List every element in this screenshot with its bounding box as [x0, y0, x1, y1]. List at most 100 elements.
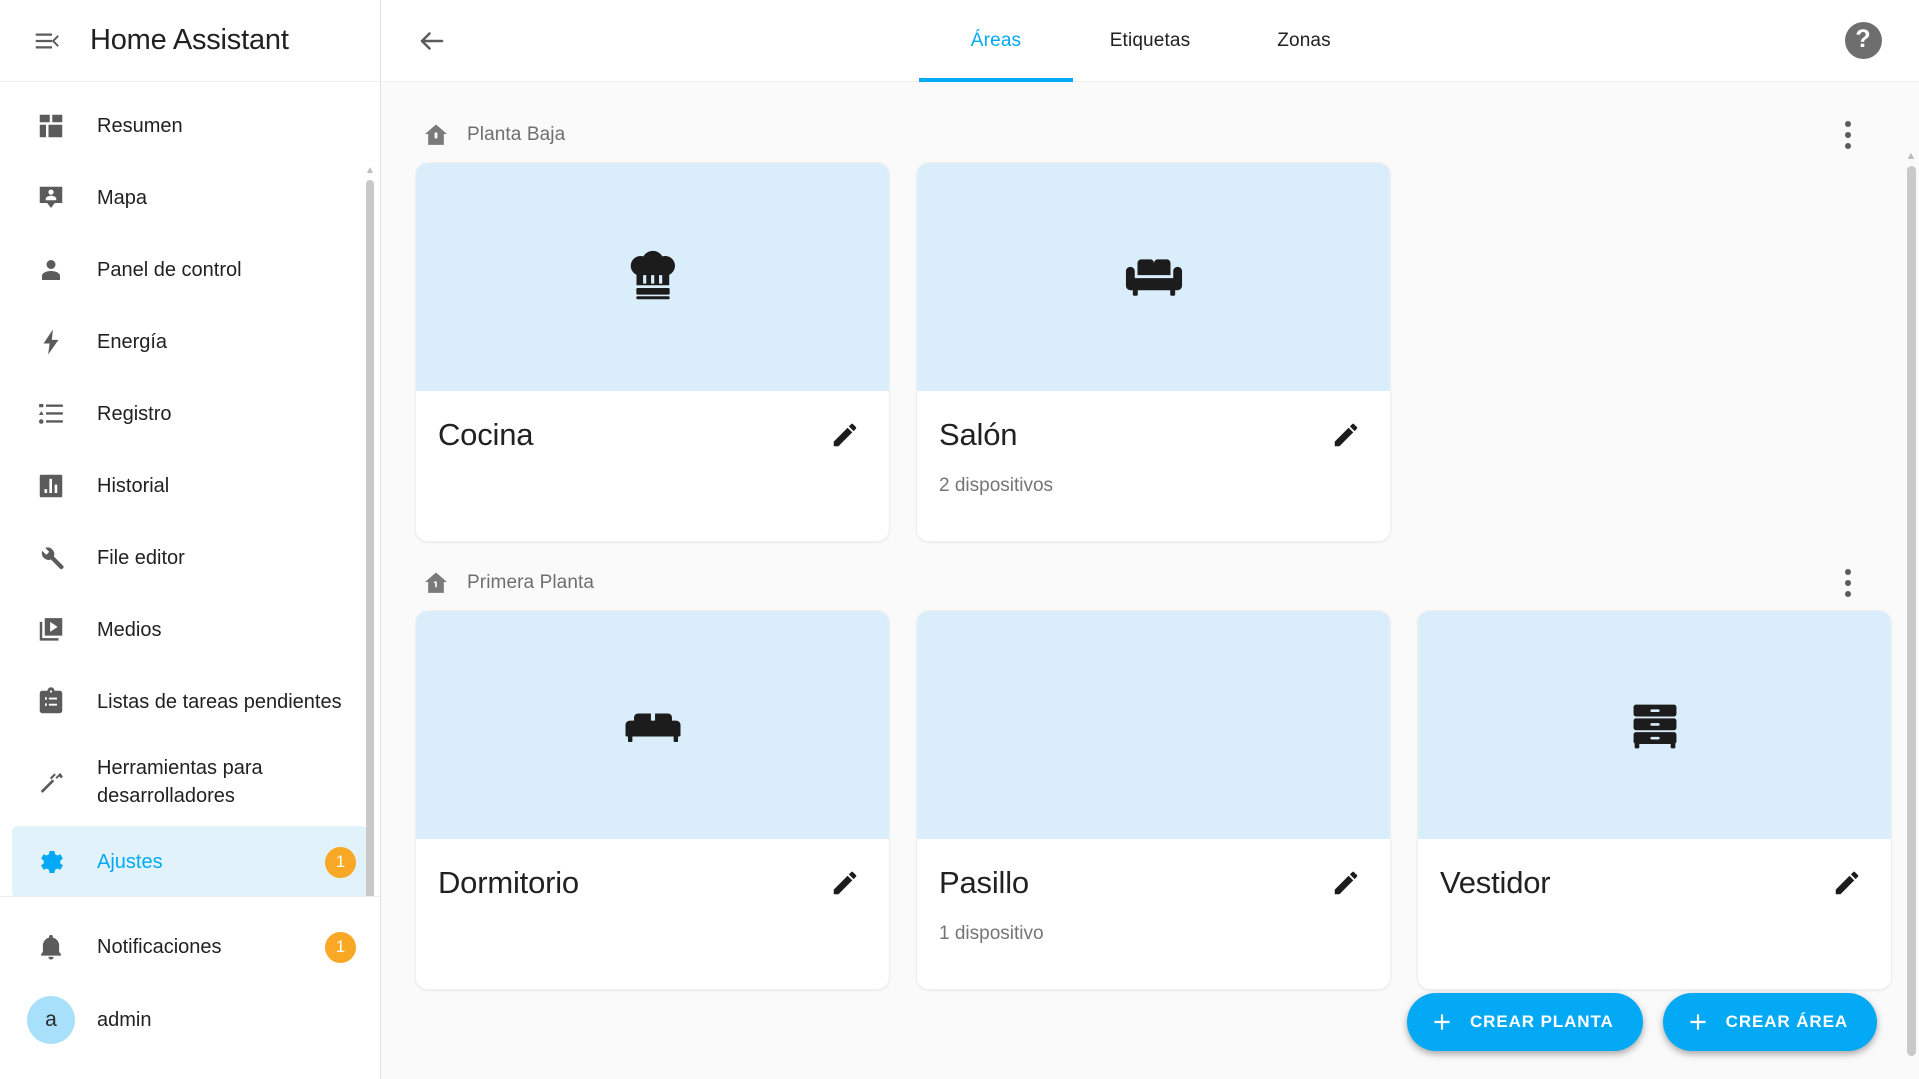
menu-collapse-icon[interactable] [18, 12, 76, 70]
sidebar-item-historial[interactable]: Historial [12, 450, 368, 522]
bed-icon [620, 692, 686, 758]
dashboard-icon [30, 111, 72, 141]
sidebar-item-medios[interactable]: Medios [12, 594, 368, 666]
area-card-pasillo[interactable]: Pasillo 1 dispositivo [916, 610, 1391, 990]
fab-label: CREAR PLANTA [1470, 1012, 1614, 1031]
dresser-icon [1622, 692, 1688, 758]
home-floor-0-icon [419, 118, 453, 152]
dots-vertical-icon[interactable] [1825, 560, 1871, 606]
area-card-image [1418, 611, 1891, 839]
area-name: Cocina [438, 417, 534, 452]
tab-etiquetas[interactable]: Etiquetas [1073, 0, 1227, 82]
help-glyph: ? [1844, 22, 1882, 59]
area-card-dormitorio[interactable]: Dormitorio [415, 610, 890, 990]
arrow-left-icon[interactable] [403, 12, 461, 70]
sidebar-item-user[interactable]: a admin [12, 983, 368, 1057]
sidebar-badge-ajustes: 1 [325, 846, 356, 878]
sidebar-item-panel-de-control[interactable]: Panel de control [12, 234, 368, 306]
area-card-image [917, 611, 1390, 839]
crear-planta-button[interactable]: CREAR PLANTA [1407, 993, 1643, 1051]
cog-icon [30, 847, 72, 877]
hammer-icon [30, 767, 72, 797]
area-device-count: 2 dispositivos [939, 475, 1054, 496]
sidebar-item-label: Energía [97, 330, 168, 353]
floor-section-planta-baja: Planta Baja Cocina Salón 2 dispositivos [407, 108, 1879, 542]
pencil-icon[interactable] [823, 861, 867, 905]
plus-icon [1685, 1009, 1711, 1035]
pencil-icon[interactable] [823, 413, 867, 457]
sidebar-item-notificaciones[interactable]: Notificaciones 1 [12, 911, 368, 983]
content-scroll-up-arrow-icon[interactable]: ▲ [1905, 150, 1917, 162]
areas-content: Planta Baja Cocina Salón 2 dispositivos … [381, 82, 1919, 1079]
format-list-icon [30, 399, 72, 429]
avatar: a [27, 996, 75, 1044]
sidebar-item-label: Medios [97, 618, 162, 641]
area-card-body: Pasillo 1 dispositivo [917, 839, 1390, 989]
area-card-body: Vestidor [1418, 839, 1891, 989]
bell-icon [30, 932, 72, 962]
area-card-body: Salón 2 dispositivos [917, 391, 1390, 541]
area-device-count: 1 dispositivo [939, 923, 1044, 944]
content-scrollbar-thumb[interactable] [1907, 166, 1916, 1056]
account-icon [30, 255, 72, 285]
sidebar-nav: Resumen Mapa Panel de control Energía Re… [0, 82, 380, 896]
map-marker-account-icon [30, 183, 72, 213]
pencil-icon[interactable] [1825, 861, 1869, 905]
sidebar-item-registro[interactable]: Registro [12, 378, 368, 450]
area-card-image [917, 163, 1390, 391]
topbar-tabs: Áreas Etiquetas Zonas [919, 0, 1381, 82]
chart-box-icon [30, 471, 72, 501]
tab-label: Áreas [970, 29, 1022, 51]
pencil-icon[interactable] [1324, 861, 1368, 905]
area-card-salon[interactable]: Salón 2 dispositivos [916, 162, 1391, 542]
sidebar-scrollbar-thumb[interactable] [366, 180, 374, 896]
area-card-image [416, 611, 889, 839]
sidebar-item-label: Listas de tareas pendientes [97, 690, 342, 713]
floor-name: Primera Planta [467, 572, 595, 593]
sidebar-item-label: Notificaciones [97, 935, 222, 958]
sidebar-item-label: Resumen [97, 114, 183, 137]
area-card-body: Cocina [416, 391, 889, 541]
main-panel: Áreas Etiquetas Zonas ? Planta Baja Coci… [381, 0, 1919, 1079]
sidebar-item-label: admin [97, 1008, 152, 1031]
tab-label: Etiquetas [1109, 29, 1191, 51]
tab-areas[interactable]: Áreas [919, 0, 1073, 82]
sidebar-footer: Notificaciones 1 a admin [0, 896, 380, 1079]
sofa-icon [1121, 244, 1187, 310]
area-card-body: Dormitorio [416, 839, 889, 989]
app-root: Home Assistant Resumen Mapa Panel de con [0, 0, 1919, 1079]
area-name: Dormitorio [438, 865, 579, 900]
tab-label: Zonas [1277, 29, 1331, 51]
floor-header: Planta Baja [407, 108, 1879, 162]
app-title: Home Assistant [90, 24, 289, 56]
area-cards-primera-planta: Dormitorio Pasillo 1 dispositivo Vestido… [407, 610, 1892, 990]
play-box-multiple-icon [30, 615, 72, 645]
dots-vertical-icon[interactable] [1825, 112, 1871, 158]
sidebar-item-energia[interactable]: Energía [12, 306, 368, 378]
area-name: Salón [939, 417, 1018, 452]
sidebar-item-listas-de-tareas[interactable]: Listas de tareas pendientes [12, 666, 368, 738]
area-card-cocina[interactable]: Cocina [415, 162, 890, 542]
area-card-image [416, 163, 889, 391]
sidebar-item-herramientas-desarrolladores[interactable]: Herramientas para desarrolladores [12, 738, 368, 826]
lightning-bolt-icon [30, 327, 72, 357]
area-cards-planta-baja: Cocina Salón 2 dispositivos [407, 162, 1879, 542]
crear-area-button[interactable]: CREAR ÁREA [1662, 993, 1877, 1051]
sidebar-item-mapa[interactable]: Mapa [12, 162, 368, 234]
sidebar-item-label: Registro [97, 402, 172, 425]
area-card-vestidor[interactable]: Vestidor [1417, 610, 1892, 990]
area-name: Pasillo [939, 865, 1029, 900]
help-circle-icon[interactable]: ? [1837, 15, 1889, 67]
pencil-icon[interactable] [1324, 413, 1368, 457]
sidebar-item-ajustes[interactable]: Ajustes 1 [12, 826, 368, 896]
sidebar-item-resumen[interactable]: Resumen [12, 90, 368, 162]
sidebar-header: Home Assistant [0, 0, 380, 82]
tab-zonas[interactable]: Zonas [1227, 0, 1381, 82]
scroll-up-arrow-icon[interactable]: ▲ [364, 166, 376, 176]
sidebar-badge-notificaciones: 1 [325, 931, 356, 963]
sidebar-item-label: Ajustes [97, 850, 163, 873]
fab-label: CREAR ÁREA [1725, 1012, 1848, 1031]
sidebar-item-label: Historial [97, 474, 170, 497]
sidebar-item-label: File editor [97, 546, 185, 569]
sidebar-item-file-editor[interactable]: File editor [12, 522, 368, 594]
